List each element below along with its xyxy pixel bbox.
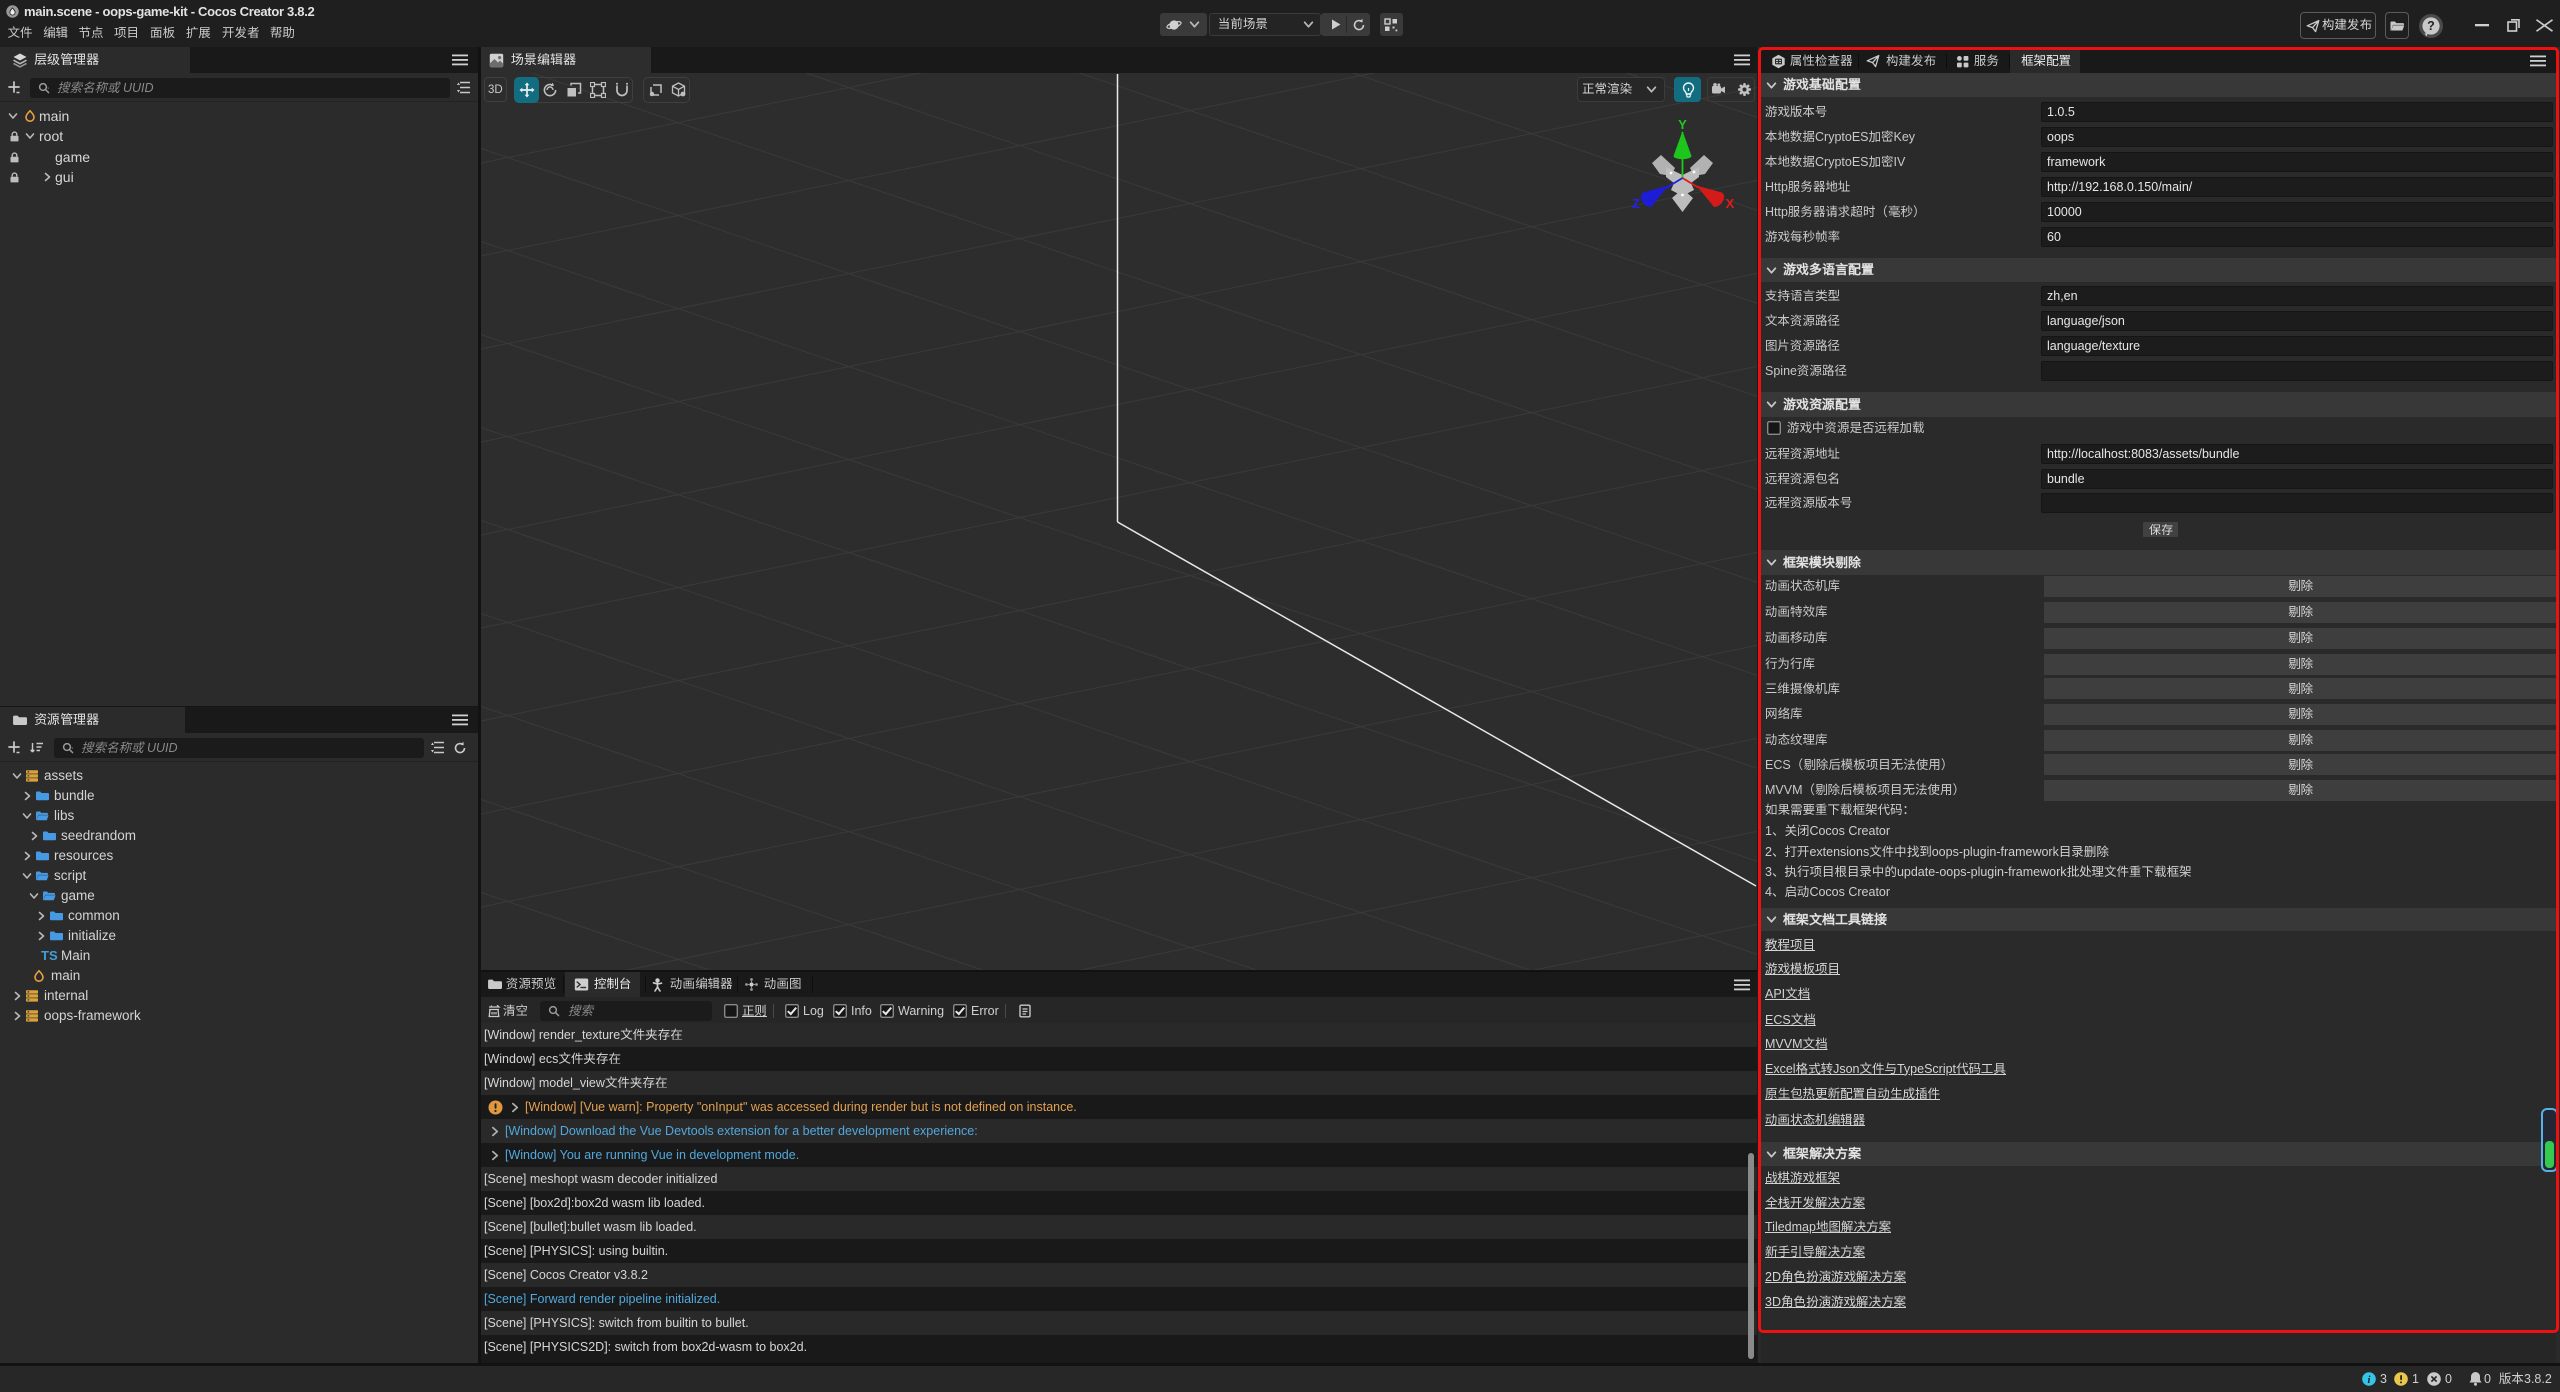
- svg-text:X: X: [1726, 196, 1735, 211]
- svg-text:Y: Y: [1678, 117, 1687, 132]
- svg-text:Z: Z: [1632, 196, 1640, 211]
- svg-text:?: ?: [2427, 19, 2435, 33]
- svg-text:i: i: [2368, 1375, 2371, 1386]
